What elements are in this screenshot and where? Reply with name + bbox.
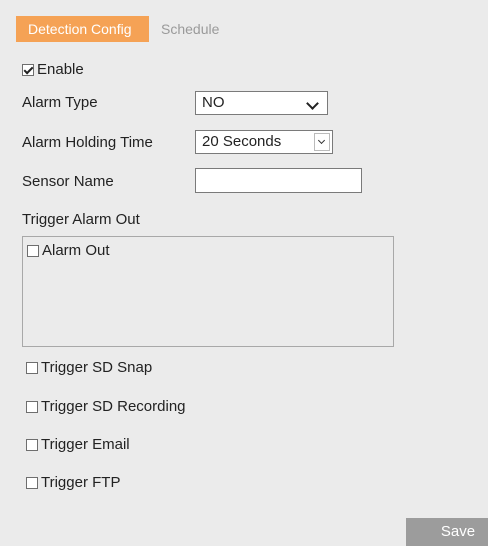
enable-label: Enable — [37, 61, 84, 78]
alarm-holding-time-value: 20 Seconds — [202, 133, 282, 150]
alarm-type-select[interactable]: NO — [195, 91, 328, 115]
trigger-ftp-row[interactable]: Trigger FTP — [26, 474, 120, 491]
trigger-sd-recording-label: Trigger SD Recording — [41, 398, 186, 415]
alarm-type-value: NO — [202, 94, 225, 111]
chevron-down-icon — [306, 97, 319, 110]
tab-bar: Detection Config Schedule — [16, 16, 219, 42]
alarm-out-checkbox[interactable] — [27, 244, 39, 257]
trigger-email-checkbox[interactable] — [26, 438, 38, 451]
tab-detection-config[interactable]: Detection Config — [16, 16, 149, 42]
trigger-sd-snap-checkbox[interactable] — [26, 361, 38, 374]
alarm-out-list: Alarm Out — [22, 236, 394, 347]
trigger-alarm-out-label: Trigger Alarm Out — [22, 211, 140, 228]
trigger-email-row[interactable]: Trigger Email — [26, 436, 130, 453]
alarm-out-item[interactable]: Alarm Out — [27, 242, 110, 259]
enable-row[interactable]: Enable — [22, 61, 84, 78]
chevron-down-icon — [314, 133, 330, 151]
trigger-ftp-checkbox[interactable] — [26, 476, 38, 489]
tab-schedule[interactable]: Schedule — [149, 16, 219, 42]
save-button[interactable]: Save — [406, 518, 488, 546]
trigger-email-label: Trigger Email — [41, 436, 130, 453]
sensor-name-label: Sensor Name — [22, 173, 114, 190]
trigger-ftp-label: Trigger FTP — [41, 474, 121, 491]
alarm-holding-time-select[interactable]: 20 Seconds — [195, 130, 333, 154]
trigger-sd-snap-row[interactable]: Trigger SD Snap — [26, 359, 152, 376]
trigger-sd-recording-checkbox[interactable] — [26, 400, 38, 413]
trigger-sd-recording-row[interactable]: Trigger SD Recording — [26, 398, 186, 415]
enable-checkbox[interactable] — [22, 63, 34, 76]
alarm-type-label: Alarm Type — [22, 94, 98, 111]
sensor-name-input[interactable] — [195, 168, 362, 193]
alarm-holding-time-label: Alarm Holding Time — [22, 134, 153, 151]
alarm-out-label: Alarm Out — [42, 242, 110, 259]
trigger-sd-snap-label: Trigger SD Snap — [41, 359, 153, 376]
